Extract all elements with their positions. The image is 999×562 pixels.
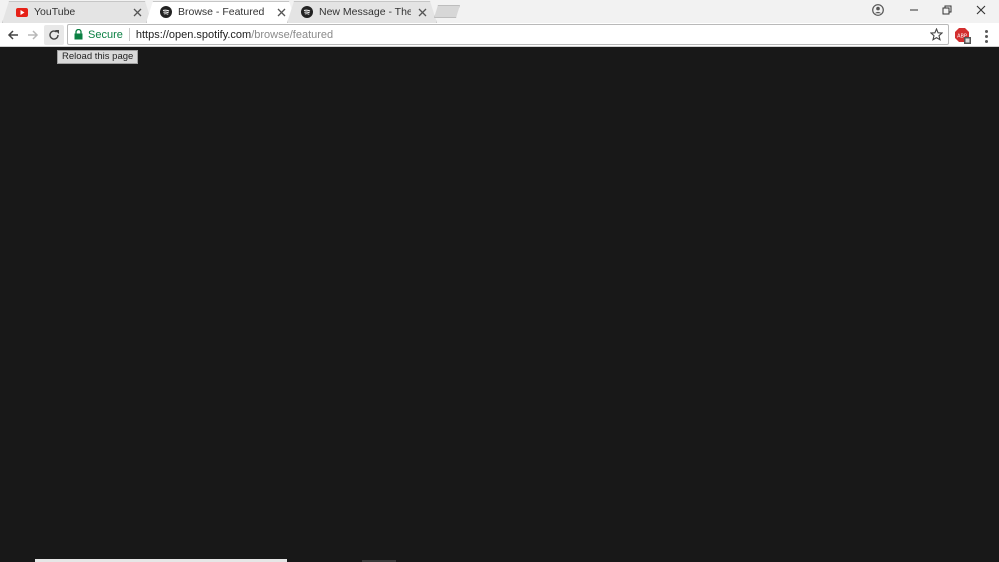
- divider: [128, 28, 130, 41]
- browser-toolbar: Secure https://open.spotify.com /browse/…: [0, 23, 999, 47]
- reload-tooltip: Reload this page: [57, 50, 139, 64]
- address-bar[interactable]: Secure https://open.spotify.com /browse/…: [67, 24, 949, 45]
- arrow-right-icon: [28, 30, 39, 40]
- youtube-icon: [16, 6, 28, 18]
- tab-browse-featured[interactable]: Browse - Featured: [146, 1, 296, 23]
- new-tab-button[interactable]: [434, 5, 460, 18]
- reload-icon: [49, 30, 59, 40]
- profile-icon[interactable]: [861, 0, 895, 20]
- arrow-left-icon: [7, 30, 18, 40]
- forward-button[interactable]: [23, 25, 43, 45]
- chrome-menu-icon[interactable]: [979, 27, 993, 45]
- adblock-extension-icon[interactable]: ABP: [954, 27, 972, 45]
- close-icon[interactable]: [130, 5, 144, 19]
- tab-strip: YouTube Browse - Featured New Message - …: [0, 0, 999, 23]
- lock-icon: [74, 29, 84, 41]
- spotify-icon: [301, 6, 313, 18]
- back-button[interactable]: [3, 25, 23, 45]
- tab-youtube[interactable]: YouTube: [2, 1, 152, 23]
- page-content: [0, 48, 999, 562]
- reload-button[interactable]: [44, 25, 64, 45]
- tab-title: YouTube: [34, 6, 76, 18]
- spotify-icon: [160, 6, 172, 18]
- url-host: https://open.spotify.com: [135, 28, 252, 41]
- close-icon[interactable]: [415, 5, 429, 19]
- close-icon[interactable]: [274, 5, 288, 19]
- secure-label: Secure: [88, 28, 123, 41]
- tab-title: New Message - The Spot: [319, 6, 411, 18]
- tab-title: Browse - Featured: [178, 6, 265, 18]
- tab-new-message[interactable]: New Message - The Spot: [287, 1, 437, 23]
- url-path: /browse/featured: [251, 28, 334, 41]
- close-window-icon[interactable]: [964, 0, 998, 20]
- restore-icon[interactable]: [930, 0, 964, 20]
- bookmark-star-icon[interactable]: [929, 27, 944, 42]
- minimize-icon[interactable]: [897, 0, 931, 20]
